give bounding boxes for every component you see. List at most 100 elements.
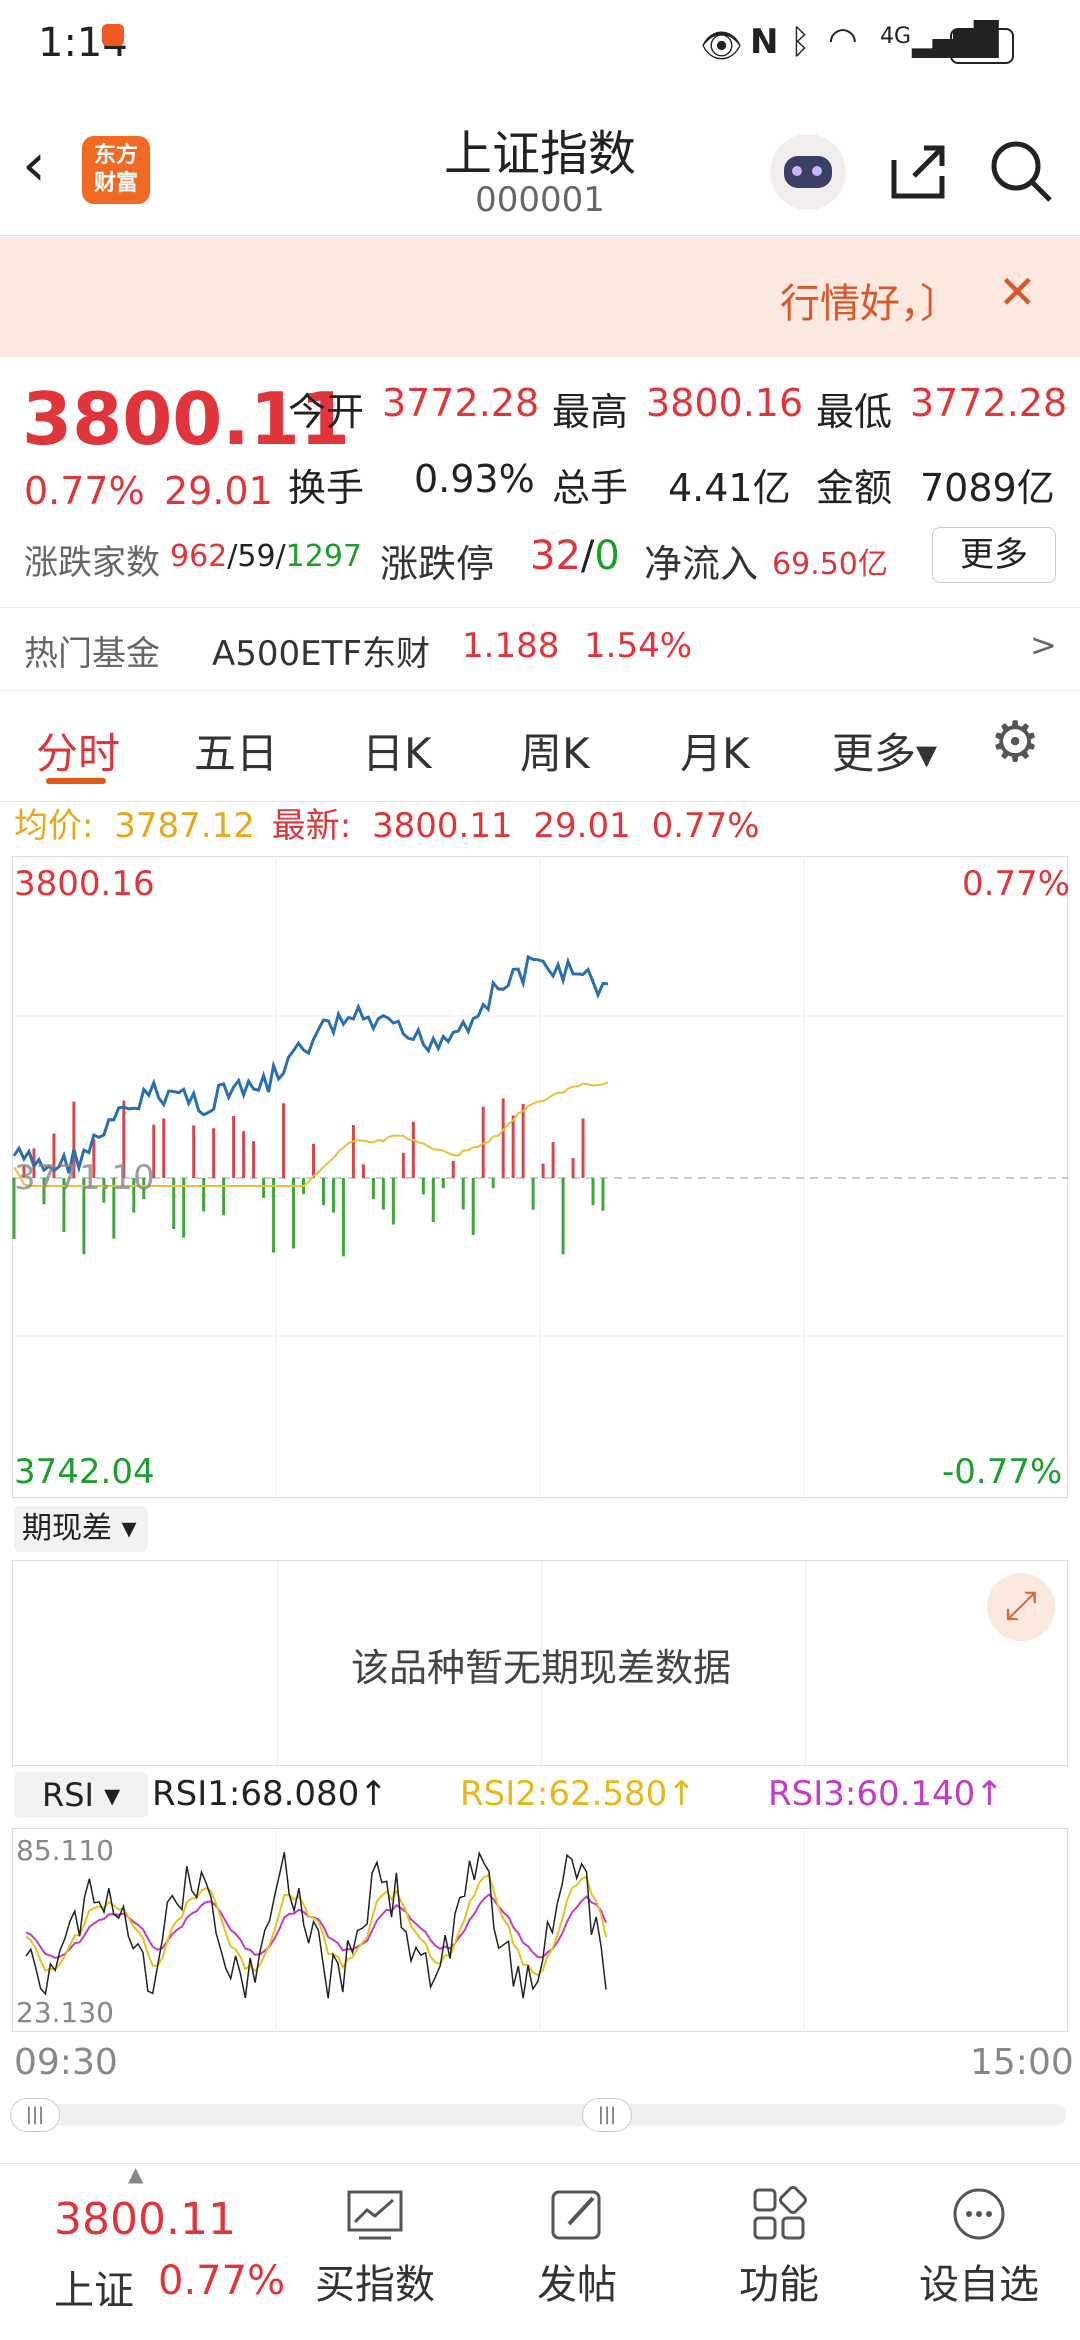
network-type: 4G [880, 24, 912, 49]
close-icon[interactable]: ✕ [998, 265, 1037, 319]
range-slider-track[interactable] [14, 2104, 1066, 2126]
basis-panel: 该品种暂无期现差数据 ⤢ [12, 1560, 1068, 1767]
quote-panel: 3800.11 0.77% 29.01 今开 3772.28 最高 3800.1… [0, 357, 1080, 607]
fund-price: 1.188 [462, 626, 560, 666]
change-percent: 0.77% [24, 469, 145, 513]
breadth-up: 962 [170, 539, 228, 574]
banner-text: 行情好，〕 [780, 281, 960, 327]
rsi1-value: RSI1:68.080↑ [152, 1774, 388, 1814]
app-notification-icon [102, 24, 124, 46]
average-price-bar: 均价: 3787.12 最新: 3800.11 29.01 0.77% [14, 798, 760, 847]
chart-period-tabs: 分时 五日 日K 周K 月K 更多▾ ⚙ [0, 692, 1080, 802]
volume-value: 4.41亿 [668, 466, 791, 510]
time-axis-start: 09:30 [14, 2042, 118, 2083]
eye-icon: 👁 [700, 26, 744, 66]
search-icon[interactable] [988, 138, 1054, 204]
pct-axis-low-label: -0.77% [942, 1452, 1063, 1492]
y-axis-low-label: 3742.04 [14, 1452, 155, 1492]
nav-add-watchlist-label: 设自选 [919, 2262, 1039, 2308]
rsi2-value: RSI2:62.580↑ [460, 1774, 696, 1814]
breadth-down: 1297 [285, 539, 363, 574]
index-pct[interactable]: 0.77% [158, 2258, 285, 2304]
latest-label: 最新: [271, 806, 352, 846]
share-icon[interactable] [886, 140, 950, 204]
hot-fund-label: 热门基金 [24, 634, 160, 674]
amount-value: 7089亿 [920, 466, 1055, 510]
limit-values: 32/0 [530, 533, 620, 579]
grid-icon [753, 2186, 807, 2240]
limit-sep: / [580, 533, 595, 579]
rsi3-value: RSI3:60.140↑ [768, 1774, 1004, 1814]
y-axis-high-label: 3800.16 [14, 864, 155, 904]
nfc-icon: N [750, 22, 779, 62]
nav-functions[interactable]: 功能 [704, 2184, 854, 2310]
nav-functions-label: 功能 [739, 2262, 819, 2308]
robot-assistant-icon[interactable] [770, 134, 846, 210]
range-slider-left-handle[interactable]: ||| [10, 2098, 60, 2132]
rsi-selector[interactable]: RSI ▾ [14, 1772, 148, 1818]
amount-label: 金额 [816, 466, 893, 510]
time-axis-end: 15:00 [970, 2042, 1074, 2083]
open-label: 今开 [288, 390, 365, 434]
nav-buy-index[interactable]: 买指数 [300, 2184, 450, 2310]
high-label: 最高 [552, 390, 629, 434]
fund-arrow-icon: > [1030, 626, 1057, 664]
rsi-chart[interactable] [12, 1828, 1068, 2032]
index-name[interactable]: 上证 [54, 2258, 134, 2316]
chart-trend-icon [347, 2190, 403, 2240]
tab-weekly-k[interactable]: 周K [520, 720, 590, 781]
tab-daily-k[interactable]: 日K [362, 720, 432, 781]
top-bar: ‹ 东方 财富 上证指数 000001 [0, 100, 1080, 236]
latest-pct: 0.77% [651, 806, 760, 846]
breadth-values: 962/59/1297 [170, 539, 362, 574]
tab-active-indicator [46, 778, 106, 784]
range-slider-right-handle[interactable]: ||| [582, 2098, 632, 2132]
latest-value: 3800.11 [371, 806, 513, 846]
latest-change: 29.01 [533, 806, 631, 846]
basis-selector[interactable]: 期现差 ▾ [14, 1506, 148, 1552]
bottom-nav: ▲ 3800.11 上证 0.77% 买指数 发帖 功能 设自选 [0, 2162, 1080, 2340]
open-value: 3772.28 [382, 381, 540, 425]
turnover-value: 0.93% [414, 457, 535, 501]
inflow-label: 净流入 [644, 542, 759, 586]
change-value: 29.01 [164, 469, 273, 513]
promo-banner[interactable]: 行情好，〕 ✕ [0, 237, 1080, 357]
nav-post-label: 发帖 [537, 2262, 617, 2308]
breadth-label: 涨跌家数 [24, 543, 160, 583]
battery-level: 91 [965, 31, 999, 61]
tab-more[interactable]: 更多▾ [832, 720, 937, 781]
avg-label: 均价: [14, 806, 94, 846]
rsi-top-label: 85.110 [16, 1834, 114, 1867]
tab-monthly-k[interactable]: 月K [680, 720, 750, 781]
wifi-icon: ◠ [828, 20, 858, 60]
pct-axis-high-label: 0.77% [962, 864, 1071, 904]
more-button[interactable]: 更多 [932, 527, 1056, 583]
tab-intraday[interactable]: 分时 [36, 720, 120, 781]
inflow-value: 69.50亿 [772, 547, 888, 582]
fund-pct: 1.54% [584, 626, 693, 666]
nav-buy-index-label: 买指数 [315, 2262, 435, 2308]
battery-icon: 91 [950, 28, 1014, 64]
bluetooth-icon: ᛒ [790, 22, 811, 62]
low-value: 3772.28 [910, 381, 1068, 425]
intraday-chart[interactable] [12, 856, 1068, 1498]
index-price[interactable]: 3800.11 [54, 2194, 236, 2245]
hot-fund-row[interactable]: 热门基金 A500ETF东财 1.188 1.54% > [0, 607, 1080, 691]
nav-post[interactable]: 发帖 [502, 2184, 652, 2310]
turnover-label: 换手 [288, 466, 365, 510]
tab-five-day[interactable]: 五日 [194, 720, 278, 781]
more-dots-icon [953, 2188, 1005, 2240]
breadth-flat: /59/ [227, 539, 286, 574]
limit-up: 32 [530, 533, 581, 579]
fund-name: A500ETF东财 [212, 634, 430, 674]
expand-up-icon: ▲ [128, 2162, 144, 2186]
low-label: 最低 [816, 390, 893, 434]
y-axis-mid-label: 3771.10 [14, 1158, 155, 1198]
expand-icon[interactable]: ⤢ [987, 1573, 1055, 1641]
nav-add-watchlist[interactable]: 设自选 [904, 2184, 1054, 2310]
edit-icon [551, 2190, 601, 2240]
limit-down: 0 [594, 533, 620, 579]
rsi-bottom-label: 23.130 [16, 1996, 114, 2029]
limit-label: 涨跌停 [380, 542, 495, 586]
settings-gear-icon[interactable]: ⚙ [990, 710, 1040, 775]
